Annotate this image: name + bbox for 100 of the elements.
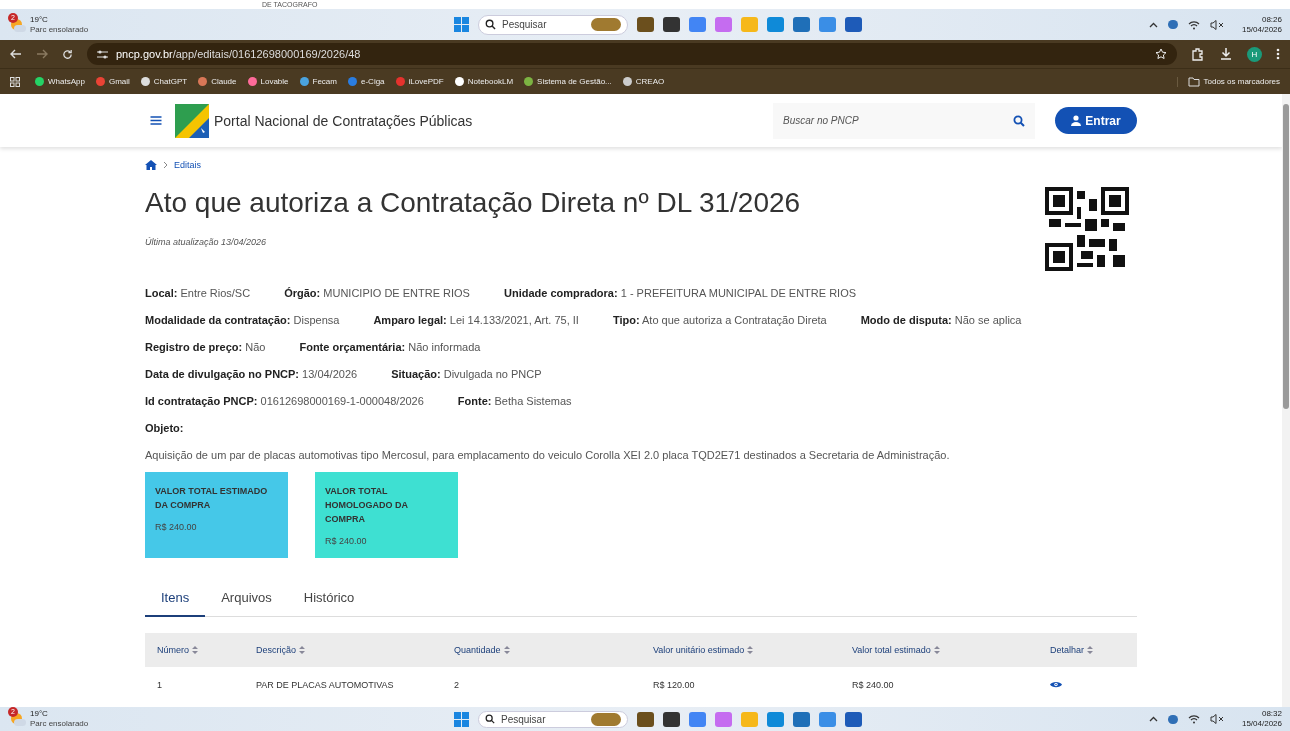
object-description: Aquisição de um par de placas automotivas tipo Mercosul, para emplacamento do veiculo Corolla XEI 2.0 placa TQD2E71 destinados a Secretaria de Administração.	[145, 448, 950, 461]
menu-icon[interactable]	[1276, 48, 1280, 60]
windows-logo-icon[interactable]	[454, 711, 469, 727]
forward-arrow-icon[interactable]	[36, 49, 48, 59]
sort-icon	[1087, 646, 1094, 654]
all-bookmarks-link[interactable]: Todos os marcadores	[1176, 76, 1280, 87]
bookmark-link[interactable]: Claude	[198, 77, 237, 86]
info-field: Local: Entre Rios/SC	[145, 286, 251, 299]
user-icon	[1071, 115, 1082, 126]
card-title: VALOR TOTAL ESTIMADO DA COMPRA	[155, 485, 269, 512]
info-field: Amparo legal: Lei 14.133/2021, Art. 75, II	[373, 313, 579, 326]
tab[interactable]: Itens	[145, 580, 206, 617]
url-text[interactable]: pncp.gov.br/app/editais/01612698000169/2026/48	[116, 48, 361, 60]
back-arrow-icon[interactable]	[10, 49, 22, 59]
bookmark-link[interactable]: e-Ciga	[348, 77, 385, 86]
sort-icon	[933, 646, 940, 654]
star-icon[interactable]	[1155, 48, 1167, 60]
login-button[interactable]: Entrar	[1055, 107, 1137, 134]
bookmark-link[interactable]: WhatsApp	[35, 77, 85, 86]
site-search-field[interactable]: Buscar no PNCP	[773, 102, 1035, 139]
column-header[interactable]: Valor unitário estimado	[653, 645, 852, 655]
chevron-up-icon[interactable]	[1148, 716, 1158, 722]
info-field: Órgão: MUNICIPIO DE ENTRE RIOS	[284, 286, 470, 299]
app-icon[interactable]	[637, 711, 654, 727]
bookmark-link[interactable]: Sistema de Gestão...	[524, 77, 612, 86]
column-header[interactable]: Descrição	[256, 645, 454, 655]
sort-icon	[192, 646, 198, 654]
wifi-icon[interactable]	[1187, 19, 1200, 30]
apps-grid-icon[interactable]	[10, 76, 20, 87]
clock-time[interactable]: 08:26	[1261, 14, 1282, 25]
app-icon[interactable]	[845, 711, 862, 727]
search-icon[interactable]	[1013, 114, 1025, 127]
temperature-text: 19°C	[30, 709, 49, 719]
site-title[interactable]: Portal Nacional de Contratações Públicas	[214, 112, 473, 129]
address-bar[interactable]: pncp.gov.br/app/editais/01612698000169/2026/48	[87, 43, 1177, 65]
portal-logo[interactable]	[175, 103, 209, 138]
windows-logo-icon[interactable]	[454, 17, 469, 32]
wifi-icon[interactable]	[1187, 714, 1200, 724]
download-icon[interactable]	[1219, 47, 1233, 61]
reload-icon[interactable]	[62, 48, 73, 60]
tab[interactable]: Histórico	[287, 580, 371, 617]
column-header[interactable]: Número	[157, 645, 256, 655]
weather-condition-text: Parc ensolarado	[30, 719, 89, 729]
bookmark-link[interactable]: ChatGPT	[140, 77, 188, 86]
muted-speaker-icon[interactable]	[1209, 19, 1224, 30]
muted-speaker-icon[interactable]	[1209, 714, 1224, 724]
info-field: Tipo: Ato que autoriza a Contratação Direta	[612, 313, 827, 326]
column-header[interactable]: Valor total estimado	[852, 645, 1050, 655]
sort-icon	[503, 646, 510, 654]
search-icon	[485, 19, 496, 30]
bookmark-link[interactable]: iLovePDF	[395, 77, 444, 86]
object-label: Objeto:	[145, 421, 184, 434]
card-value: R$ 240.00	[325, 536, 368, 546]
scrollbar[interactable]	[1282, 94, 1290, 707]
taskbar-search-field[interactable]: Pesquisar	[478, 710, 628, 728]
sort-icon	[299, 646, 305, 654]
info-field: Fonte orçamentária: Não informada	[299, 340, 481, 353]
info-field: Data de divulgação no PNCP: 13/04/2026	[145, 367, 358, 380]
bookmark-link[interactable]: Lovable	[247, 77, 289, 86]
page-heading: Ato que autoriza a Contratação Direta nº DL 31/2026	[145, 187, 801, 219]
info-field: Registro de preço: Não	[145, 340, 266, 353]
info-field: Id contratação PNCP: 01612698000169-1-000048/2026	[145, 394, 424, 407]
clock-date[interactable]: 15/04/2026	[1241, 719, 1282, 729]
clock-date[interactable]: 15/04/2026	[1241, 24, 1282, 35]
info-field: Unidade compradora: 1 - PREFEITURA MUNICIPAL DE ENTRE RIOS	[503, 286, 857, 299]
bookmark-link[interactable]: Gmail	[95, 77, 130, 86]
info-field: Fonte: Betha Sistemas	[457, 394, 572, 407]
app-icon[interactable]	[663, 711, 680, 727]
table-cell-text: R$ 120.00	[653, 680, 696, 690]
last-updated-text: Última atualização 13/04/2026	[145, 237, 268, 247]
info-field: Modo de disputa: Não se aplica	[860, 313, 1022, 326]
column-header[interactable]: Quantidade	[454, 645, 653, 655]
clock-time[interactable]: 08:32	[1261, 709, 1282, 719]
weather-condition-text: Parc ensolarado	[30, 24, 89, 35]
sliders-icon[interactable]	[97, 49, 108, 59]
profile-avatar[interactable]: H	[1247, 46, 1262, 62]
temperature-text: 19°C	[30, 14, 49, 25]
table-cell-text: R$ 240.00	[852, 680, 895, 690]
card-value: R$ 240.00	[155, 522, 198, 532]
breadcrumb-link[interactable]: Editais	[174, 160, 201, 170]
folder-icon	[1187, 76, 1200, 87]
puzzle-icon[interactable]	[1191, 47, 1205, 61]
home-icon[interactable]	[145, 160, 157, 170]
info-field: Modalidade da contratação: Dispensa	[145, 313, 340, 326]
table-cell-text: 2	[454, 680, 460, 690]
eye-icon[interactable]	[1050, 679, 1062, 689]
column-header[interactable]: Detalhar	[1050, 645, 1149, 655]
taskbar-search-field[interactable]: Pesquisar	[478, 14, 628, 35]
bookmark-link[interactable]: CREAO	[622, 77, 665, 86]
sort-icon	[747, 646, 754, 654]
table-cell-text: PAR DE PLACAS AUTOMOTIVAS	[256, 680, 395, 690]
card-title: VALOR TOTAL HOMOLOGADO DA COMPRA	[325, 485, 409, 526]
bookmark-link[interactable]: NotebookLM	[454, 77, 514, 86]
info-field: Situação: Divulgada no PNCP	[391, 367, 542, 380]
search-icon	[485, 714, 495, 724]
bookmark-link[interactable]: Fecam	[299, 77, 337, 86]
chevron-up-icon[interactable]	[1148, 21, 1158, 28]
chevron-right-icon	[163, 161, 168, 169]
table-cell-text: 1	[157, 680, 163, 690]
tab[interactable]: Arquivos	[205, 580, 288, 617]
